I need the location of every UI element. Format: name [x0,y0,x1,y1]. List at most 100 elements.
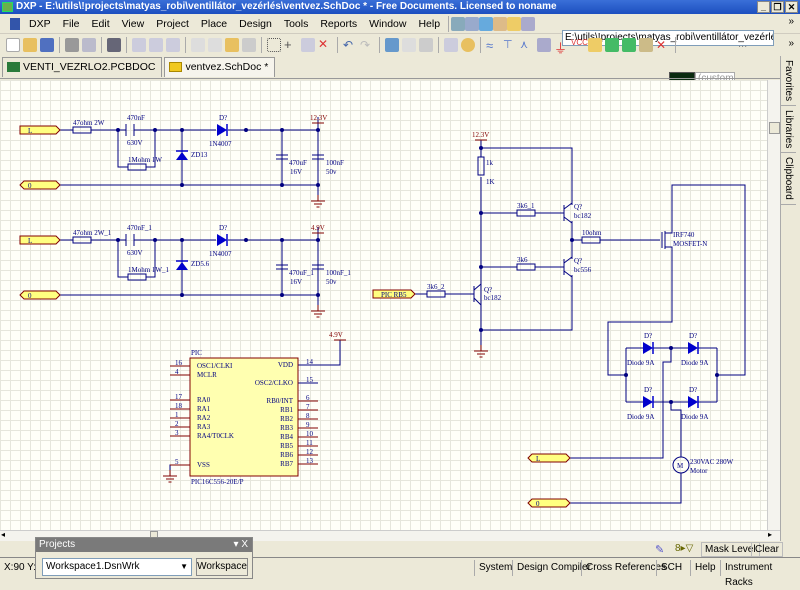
bus-entry-icon[interactable]: ⋏ [520,38,534,52]
status-instrument-racks[interactable]: Instrument Racks [720,560,800,588]
port-l2[interactable]: L [19,235,61,245]
menu-tools[interactable]: Tools [278,18,315,30]
pic-pin-name: RA4/T0CLK [197,432,234,440]
port-n2[interactable]: 0 [19,290,61,300]
pic-pin-name: OSC1/CLKI [197,362,233,370]
scroll-right-icon[interactable]: ▸ [768,530,772,539]
undo-icon[interactable]: ↶ [343,38,357,52]
browse-icon[interactable] [419,38,433,52]
new-icon[interactable] [6,38,20,52]
menu-dxp[interactable]: DXP [23,18,57,30]
label: D? [689,386,697,394]
port-icon[interactable] [639,38,653,52]
minimize-button[interactable]: _ [757,1,770,13]
wire-icon[interactable]: ≈ [486,38,500,53]
no-erc-icon[interactable]: ✕ [656,38,670,52]
library-icon[interactable] [444,38,458,52]
save-icon[interactable] [40,38,54,52]
menu-file[interactable]: File [57,18,86,30]
clear-button[interactable]: Clear [751,542,783,557]
projects-panel-header[interactable]: Projects ▾ X [36,538,252,552]
vertical-scrollbar[interactable] [767,80,780,530]
more-toolbar-chevron[interactable]: » [788,16,794,27]
menu-help[interactable]: Help [412,18,446,30]
port-n3[interactable]: 0 [527,498,571,508]
menu-project[interactable]: Project [150,18,195,30]
chevron-down-icon[interactable]: ▼ [180,559,188,575]
label: ZD13 [191,151,208,159]
status-sch[interactable]: SCH [656,560,686,576]
component-icon[interactable] [493,16,508,31]
layers-icon[interactable] [107,38,121,52]
print-icon[interactable] [65,38,79,52]
tab-favorites[interactable]: Favorites [781,56,796,107]
port-n1[interactable]: 0 [19,180,61,190]
port-l3[interactable]: L [527,453,571,463]
vcc-port-icon[interactable]: VCC [571,38,588,52]
status-help[interactable]: Help [690,560,720,576]
tab-libraries[interactable]: Libraries [781,106,796,154]
menu-reports[interactable]: Reports [314,18,363,30]
cross-probe-icon[interactable] [402,38,416,52]
sheet-symbol-icon[interactable] [605,38,619,52]
svg-text:L: L [536,455,540,463]
label: 230VAC 280W [690,458,734,466]
bus-icon[interactable]: ⊤ [503,38,517,52]
pic-pin-name: RB4 [280,433,293,441]
panel-controls[interactable]: ▾ X [234,538,248,552]
grid-icon[interactable] [521,16,536,31]
menu-window[interactable]: Window [363,18,412,30]
paste-icon[interactable] [225,38,239,52]
pic-pin-number: 11 [306,439,313,447]
port-tools-icon[interactable] [465,16,480,31]
menu-place[interactable]: Place [195,18,233,30]
move-icon[interactable]: + [284,38,298,52]
print-preview-icon[interactable] [82,38,96,52]
wiring-tools-icon[interactable] [451,16,466,31]
redo-icon[interactable]: ↷ [360,38,374,52]
copy-icon[interactable] [208,38,222,52]
more-toolbar-chevron-2[interactable]: » [788,38,794,49]
ground-icon[interactable] [479,16,494,31]
deselect-icon[interactable] [301,38,315,52]
pen-icon[interactable]: ✎ [655,543,664,556]
label: 630V [127,249,143,257]
zoom-fit-icon[interactable] [132,38,146,52]
power-label: 12.3V [310,114,327,122]
restore-button[interactable]: ❐ [771,1,784,13]
tab-clipboard[interactable]: Clipboard [781,153,796,206]
title-bar: DXP - E:\utils\!projects\matyas_robi\ven… [0,0,800,14]
filter-icon[interactable]: 8▸▽ [675,543,693,554]
port-pic-rb5[interactable]: PIC RB5 [372,289,416,299]
label: 1Mohm 1W [128,156,162,164]
menu-design[interactable]: Design [233,18,278,30]
zoom-selected-icon[interactable] [166,38,180,52]
menu-edit[interactable]: Edit [86,18,116,30]
projects-title: Projects [39,539,76,550]
scroll-left-icon[interactable]: ◂ [1,530,5,539]
help-icon[interactable] [461,38,475,52]
sheet-entry-icon[interactable] [622,38,636,52]
net-label-icon[interactable] [537,38,551,52]
tab-pcbdoc[interactable]: VENTI_VEZRLO2.PCBDOC [2,57,163,77]
tab-schdoc[interactable]: ventvez.SchDoc * [164,57,276,77]
status-system[interactable]: System [474,560,516,576]
color-more[interactable]: ... [738,38,747,50]
menu-view[interactable]: View [116,18,151,30]
clear-filter-icon[interactable]: ✕ [318,38,332,52]
rubber-stamp-icon[interactable] [242,38,256,52]
workspace-select[interactable]: Workspace1.DsnWrk ▼ [42,558,192,576]
select-area-icon[interactable] [267,38,281,52]
close-button[interactable]: ✕ [785,1,798,13]
scroll-thumb[interactable] [769,122,780,134]
part-icon[interactable] [588,38,602,52]
hierarchy-icon[interactable] [385,38,399,52]
port-l1[interactable]: L [19,125,61,135]
shapes-icon[interactable] [507,16,522,31]
gnd-port-icon[interactable]: ⏚ [554,38,568,56]
zoom-area-icon[interactable] [149,38,163,52]
workspace-button[interactable]: Workspace [196,558,248,576]
cut-icon[interactable] [191,38,205,52]
open-icon[interactable] [23,38,37,52]
schematic-canvas[interactable]: L 0 L 0 PIC RB5 L 0 12.3V 4.9V 12.3V 4.9… [0,80,767,530]
